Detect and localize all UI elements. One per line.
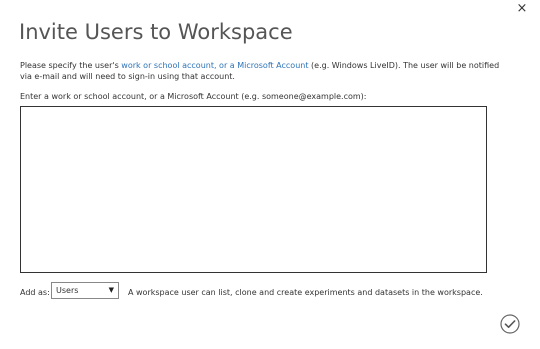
- checkmark-circle-icon: [500, 314, 520, 334]
- description-text-start: Please specify the user's: [20, 61, 122, 70]
- confirm-button[interactable]: [500, 314, 520, 334]
- caret-down-icon: ▼: [108, 286, 114, 294]
- account-type-link[interactable]: work or school account, or a Microsoft A…: [121, 61, 308, 70]
- dialog-description: Please specify the user's work or school…: [20, 60, 510, 82]
- invite-users-dialog: × Invite Users to Workspace Please speci…: [0, 0, 540, 349]
- dialog-title: Invite Users to Workspace: [19, 20, 293, 44]
- role-select[interactable]: Users ▼: [51, 282, 119, 299]
- accounts-prompt-label: Enter a work or school account, or a Mic…: [20, 92, 367, 101]
- role-select-value: Users: [56, 286, 79, 295]
- accounts-input[interactable]: [20, 106, 487, 273]
- close-icon[interactable]: ×: [515, 2, 529, 16]
- role-help-text: A workspace user can list, clone and cre…: [128, 288, 483, 297]
- add-as-label: Add as:: [20, 288, 50, 297]
